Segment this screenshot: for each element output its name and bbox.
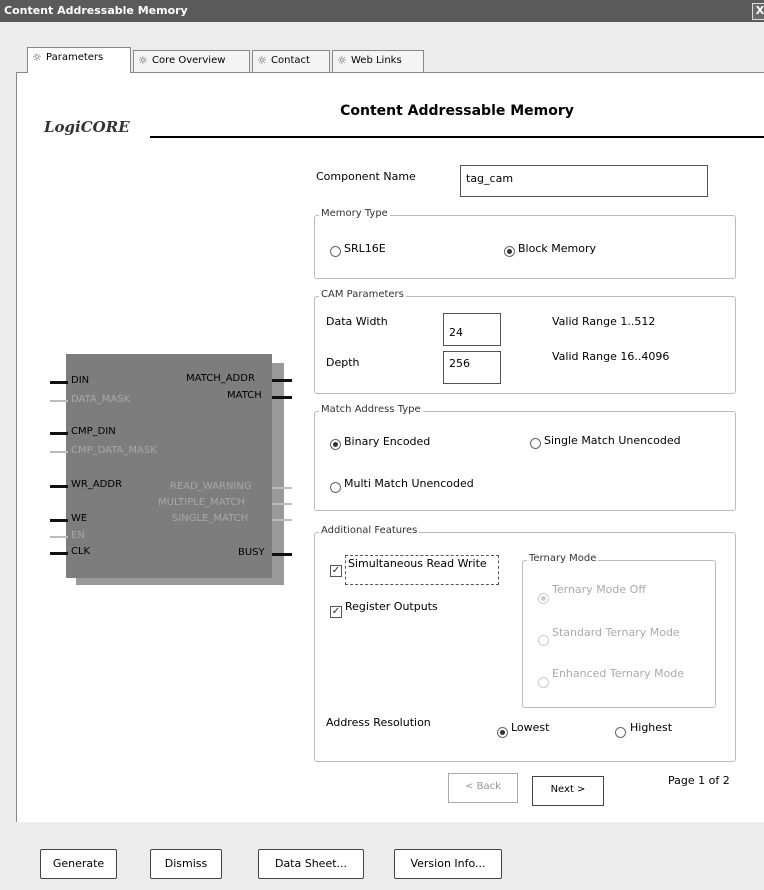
highest-label: Highest	[630, 721, 673, 734]
page-header: Content Addressable Memory	[150, 100, 764, 138]
pin-match-addr: MATCH_ADDR	[186, 373, 255, 384]
pin-busy-line	[272, 553, 292, 556]
enhanced-ternary-mode-label: Enhanced Ternary Mode	[552, 667, 685, 680]
simultaneous-read-write-label: Simultaneous Read Write	[345, 555, 499, 585]
data-width-field[interactable]: 24	[443, 313, 501, 346]
pin-din: DIN	[71, 375, 90, 386]
pin-wr-addr: WR_ADDR	[71, 479, 123, 490]
pin-multiple-match-line	[272, 503, 292, 505]
pin-match-addr-line	[272, 379, 292, 382]
pin-multiple-match: MULTIPLE_MATCH	[158, 497, 245, 508]
cam-parameters-legend: CAM Parameters	[319, 289, 406, 300]
close-button[interactable]: X	[752, 3, 764, 20]
pin-single-match-line	[272, 519, 292, 521]
next-button[interactable]: Next >	[532, 776, 604, 806]
component-name-label: Component Name	[316, 170, 416, 183]
pin-din-line	[50, 381, 68, 384]
pin-en-line	[50, 536, 68, 538]
radio-lowest[interactable]	[497, 727, 508, 738]
pin-match-line	[272, 396, 292, 399]
radio-standard-ternary-mode[interactable]	[538, 635, 549, 646]
block-memory-label: Block Memory	[518, 242, 596, 255]
multi-match-unencoded-label: Multi Match Unencoded	[344, 477, 474, 490]
pin-busy: BUSY	[238, 547, 265, 558]
memory-type-legend: Memory Type	[319, 208, 390, 219]
data-width-range: Valid Range 1..512	[552, 315, 656, 328]
match-address-type-group: Match Address Type	[314, 404, 736, 511]
depth-label: Depth	[326, 356, 360, 369]
page-indicator: Page 1 of 2	[668, 774, 730, 787]
data-sheet-button[interactable]: Data Sheet...	[258, 849, 364, 879]
radio-ternary-mode-off[interactable]	[538, 593, 549, 604]
pin-we: WE	[71, 513, 88, 524]
generate-button[interactable]: Generate	[40, 849, 117, 879]
pin-en: EN	[71, 530, 85, 541]
bulb-icon: ☼	[138, 54, 148, 67]
bulb-icon: ☼	[32, 51, 42, 64]
match-address-type-legend: Match Address Type	[319, 404, 423, 415]
version-info-button[interactable]: Version Info...	[394, 849, 502, 879]
address-resolution-label: Address Resolution	[326, 716, 431, 729]
pin-we-line	[50, 519, 68, 522]
radio-block-memory[interactable]	[504, 246, 515, 257]
pin-cmp-din: CMP_DIN	[71, 426, 116, 437]
radio-highest[interactable]	[615, 727, 626, 738]
bulb-icon: ☼	[257, 54, 267, 67]
logicore-logo: LogiCORE	[44, 118, 130, 136]
tab-contact[interactable]: ☼ Contact	[252, 50, 330, 72]
ternary-mode-off-label: Ternary Mode Off	[552, 583, 646, 596]
pin-single-match: SINGLE_MATCH	[172, 513, 249, 524]
pin-match: MATCH	[227, 390, 262, 401]
srl16e-label: SRL16E	[344, 242, 386, 255]
ternary-mode-legend: Ternary Mode	[527, 553, 599, 564]
tab-label: Contact	[271, 55, 310, 66]
radio-binary-encoded[interactable]	[330, 439, 341, 450]
standard-ternary-mode-label: Standard Ternary Mode	[552, 626, 680, 639]
pin-cmp-data-mask: CMP_DATA_MASK	[71, 445, 157, 456]
tab-parameters[interactable]: ☼ Parameters	[27, 47, 131, 73]
dismiss-button[interactable]: Dismiss	[150, 849, 222, 879]
page-title: Content Addressable Memory	[340, 103, 574, 119]
pin-read-warning-line	[272, 487, 292, 489]
pin-data-mask: DATA_MASK	[71, 394, 131, 405]
depth-range: Valid Range 16..4096	[552, 350, 670, 363]
tab-label: Web Links	[351, 55, 402, 66]
register-outputs-label: Register Outputs	[345, 600, 438, 613]
pin-clk-line	[50, 552, 68, 555]
pin-read-warning: READ_WARNING	[170, 481, 252, 492]
data-width-label: Data Width	[326, 315, 388, 328]
depth-field[interactable]: 256	[443, 351, 501, 384]
radio-enhanced-ternary-mode[interactable]	[538, 677, 549, 688]
pin-cmp-data-mask-line	[50, 451, 68, 453]
pin-clk: CLK	[71, 546, 91, 557]
pin-cmp-din-line	[50, 432, 68, 435]
radio-multi-match-unencoded[interactable]	[330, 482, 341, 493]
tab-core-overview[interactable]: ☼ Core Overview	[133, 50, 250, 72]
back-button[interactable]: < Back	[448, 773, 518, 803]
core-symbol	[66, 354, 272, 578]
pin-wr-addr-line	[50, 485, 68, 488]
tab-label: Parameters	[46, 52, 104, 63]
cam-parameters-group: CAM Parameters	[314, 289, 736, 394]
radio-single-match-unencoded[interactable]	[530, 438, 541, 449]
component-name-field[interactable]: tag_cam	[460, 165, 708, 197]
tab-label: Core Overview	[152, 55, 226, 66]
binary-encoded-label: Binary Encoded	[344, 435, 431, 448]
window-title-bar: Content Addressable Memory X	[0, 0, 764, 22]
lowest-label: Lowest	[511, 721, 550, 734]
bulb-icon: ☼	[337, 54, 347, 67]
tab-web-links[interactable]: ☼ Web Links	[332, 50, 424, 72]
radio-srl16e[interactable]	[330, 246, 341, 257]
additional-features-legend: Additional Features	[319, 525, 420, 536]
simultaneous-read-write-checkbox[interactable]: ✓	[330, 565, 342, 577]
window-title: Content Addressable Memory	[4, 4, 188, 17]
register-outputs-checkbox[interactable]: ✓	[330, 606, 342, 618]
pin-data-mask-line	[50, 400, 68, 402]
single-match-unencoded-label: Single Match Unencoded	[544, 434, 681, 447]
